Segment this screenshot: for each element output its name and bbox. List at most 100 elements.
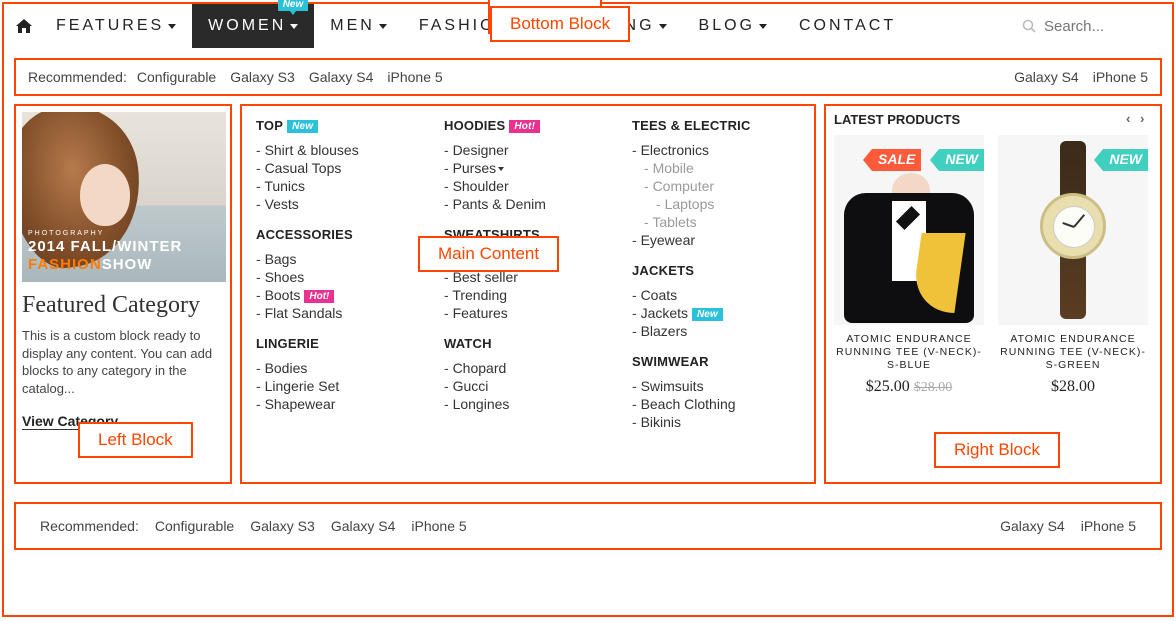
nav-fashion[interactable]: FASHIONHot! xyxy=(403,4,538,48)
mega-link[interactable]: Purses xyxy=(444,159,612,177)
mega-link[interactable]: Bodies xyxy=(256,359,424,377)
mega-heading: WATCH xyxy=(444,336,612,351)
mega-link[interactable]: Shirt & blouses xyxy=(256,141,424,159)
nav-blog[interactable]: BLOG xyxy=(683,4,783,48)
mega-link[interactable]: Features xyxy=(444,304,612,322)
home-icon[interactable] xyxy=(16,19,40,33)
featured-image[interactable]: PHOTOGRAPHY 2014 FALL/WINTER FASHIONSHOW xyxy=(22,112,226,282)
mega-link[interactable]: Trending xyxy=(444,286,612,304)
mega-link[interactable]: Vests xyxy=(256,195,424,213)
carousel-arrows[interactable]: ‹› xyxy=(1124,112,1152,127)
nav-contact[interactable]: CONTACT xyxy=(783,4,912,48)
mega-link[interactable]: Swimsuits xyxy=(632,377,800,395)
product-card[interactable]: NEW ATOMIC ENDURANCE RUNNING TEE (V-NECK)… xyxy=(998,135,1148,396)
view-category-link[interactable]: View Category → xyxy=(22,413,136,430)
mega-link[interactable]: Bags xyxy=(256,250,424,268)
mega-link[interactable]: Coats xyxy=(632,286,800,304)
mega-link[interactable]: Blazers xyxy=(632,322,800,340)
recommended-label: Recommended: xyxy=(28,69,127,85)
nav-features[interactable]: FEATURES xyxy=(40,4,192,48)
mega-link[interactable]: BootsHot! xyxy=(256,286,424,304)
mega-link[interactable]: Casual Tops xyxy=(256,159,424,177)
featured-overlay: PHOTOGRAPHY 2014 FALL/WINTER FASHIONSHOW xyxy=(28,230,182,274)
search-input[interactable] xyxy=(1040,14,1160,39)
top-nav: FEATURESWOMENNewMENFASHIONHot!TRAININGBL… xyxy=(4,4,1172,48)
product-title: ATOMIC ENDURANCE RUNNING TEE (V-NECK)-S-… xyxy=(834,333,984,372)
mega-heading: TEES & ELECTRIC xyxy=(632,118,800,133)
left-block: PHOTOGRAPHY 2014 FALL/WINTER FASHIONSHOW… xyxy=(14,104,232,484)
mega-heading: TOPNew xyxy=(256,118,424,133)
mega-link[interactable]: Tablets xyxy=(632,213,800,231)
mega-link[interactable]: Gucci xyxy=(444,377,612,395)
rec-link[interactable]: Galaxy S4 xyxy=(309,69,374,85)
rec-link[interactable]: Configurable xyxy=(155,518,234,534)
featured-desc: This is a custom block ready to display … xyxy=(22,327,224,397)
mega-link[interactable]: Designer xyxy=(444,141,612,159)
mega-link[interactable]: Beach Clothing xyxy=(632,395,800,413)
nav-training[interactable]: TRAINING xyxy=(538,4,682,48)
badge-new: New xyxy=(278,0,309,11)
rec-link[interactable]: iPhone 5 xyxy=(1093,69,1148,85)
rec-link[interactable]: iPhone 5 xyxy=(411,518,466,534)
product-price: $28.00 xyxy=(998,378,1148,396)
mega-heading: SWIMWEAR xyxy=(632,354,800,369)
chevron-down-icon xyxy=(379,24,387,29)
rec-link[interactable]: Galaxy S3 xyxy=(250,518,315,534)
badge: New xyxy=(692,308,723,321)
mega-link[interactable]: Electronics xyxy=(632,141,800,159)
ribbon-new: NEW xyxy=(1103,149,1148,171)
search-box[interactable] xyxy=(1022,14,1160,39)
bottom-block: Recommended: Configurable Galaxy S3 Galaxy… xyxy=(14,502,1162,550)
main-content: TOPNew Shirt & blousesCasual TopsTunicsVe… xyxy=(240,104,816,484)
latest-products-title: LATEST PRODUCTS xyxy=(834,112,960,127)
product-card[interactable]: SALENEW ATOMIC ENDURANCE RUNNING TEE (V-N… xyxy=(834,135,984,396)
chevron-down-icon xyxy=(498,167,504,171)
mega-link[interactable]: Pants & Denim xyxy=(444,195,612,213)
mega-link[interactable]: Shapewear xyxy=(256,395,424,413)
mega-link[interactable]: Eyewear xyxy=(632,231,800,249)
rec-link[interactable]: Galaxy S4 xyxy=(1014,69,1079,85)
mega-link[interactable]: New arrival xyxy=(444,250,612,268)
nav-men[interactable]: MEN xyxy=(314,4,403,48)
badge: New xyxy=(287,120,318,133)
featured-title: Featured Category xyxy=(22,292,224,319)
mega-heading: ACCESSORIES xyxy=(256,227,424,242)
chevron-down-icon xyxy=(659,24,667,29)
nav-women[interactable]: WOMENNew xyxy=(192,4,314,48)
rec-link[interactable]: iPhone 5 xyxy=(1081,518,1136,534)
chevron-down-icon xyxy=(759,24,767,29)
search-icon xyxy=(1022,19,1036,33)
product-image: SALENEW xyxy=(834,135,984,325)
mega-link[interactable]: Lingerie Set xyxy=(256,377,424,395)
chevron-down-icon xyxy=(290,24,298,29)
mega-link[interactable]: Shoes xyxy=(256,268,424,286)
mega-link[interactable]: Mobile xyxy=(632,159,800,177)
mega-link[interactable]: Chopard xyxy=(444,359,612,377)
product-title: ATOMIC ENDURANCE RUNNING TEE (V-NECK)-S-… xyxy=(998,333,1148,372)
mega-link[interactable]: Laptops xyxy=(632,195,800,213)
mega-link[interactable]: Bikinis xyxy=(632,413,800,431)
rec-link[interactable]: Configurable xyxy=(137,69,216,85)
mega-heading: LINGERIE xyxy=(256,336,424,351)
rec-link[interactable]: Galaxy S4 xyxy=(1000,518,1065,534)
mega-heading: JACKETS xyxy=(632,263,800,278)
ribbon-new: NEW xyxy=(939,149,984,171)
chevron-down-icon xyxy=(168,24,176,29)
badge: Hot! xyxy=(304,290,334,303)
chevron-down-icon xyxy=(514,24,522,29)
badge-hot!: Hot! xyxy=(502,0,532,11)
mega-link[interactable]: Computer xyxy=(632,177,800,195)
rec-link[interactable]: Galaxy S4 xyxy=(331,518,396,534)
mega-link[interactable]: Tunics xyxy=(256,177,424,195)
mega-link[interactable]: Flat Sandals xyxy=(256,304,424,322)
recommended-label-bottom: Recommended: xyxy=(40,518,139,534)
badge: Hot! xyxy=(509,120,540,133)
rec-link[interactable]: iPhone 5 xyxy=(387,69,442,85)
mega-link[interactable]: Best seller xyxy=(444,268,612,286)
annotation-right: Right Block xyxy=(934,432,1060,468)
mega-link[interactable]: Longines xyxy=(444,395,612,413)
mega-link[interactable]: Shoulder xyxy=(444,177,612,195)
mega-link[interactable]: JacketsNew xyxy=(632,304,800,322)
rec-link[interactable]: Galaxy S3 xyxy=(230,69,295,85)
mega-heading: SWEATSHIRTS xyxy=(444,227,612,242)
